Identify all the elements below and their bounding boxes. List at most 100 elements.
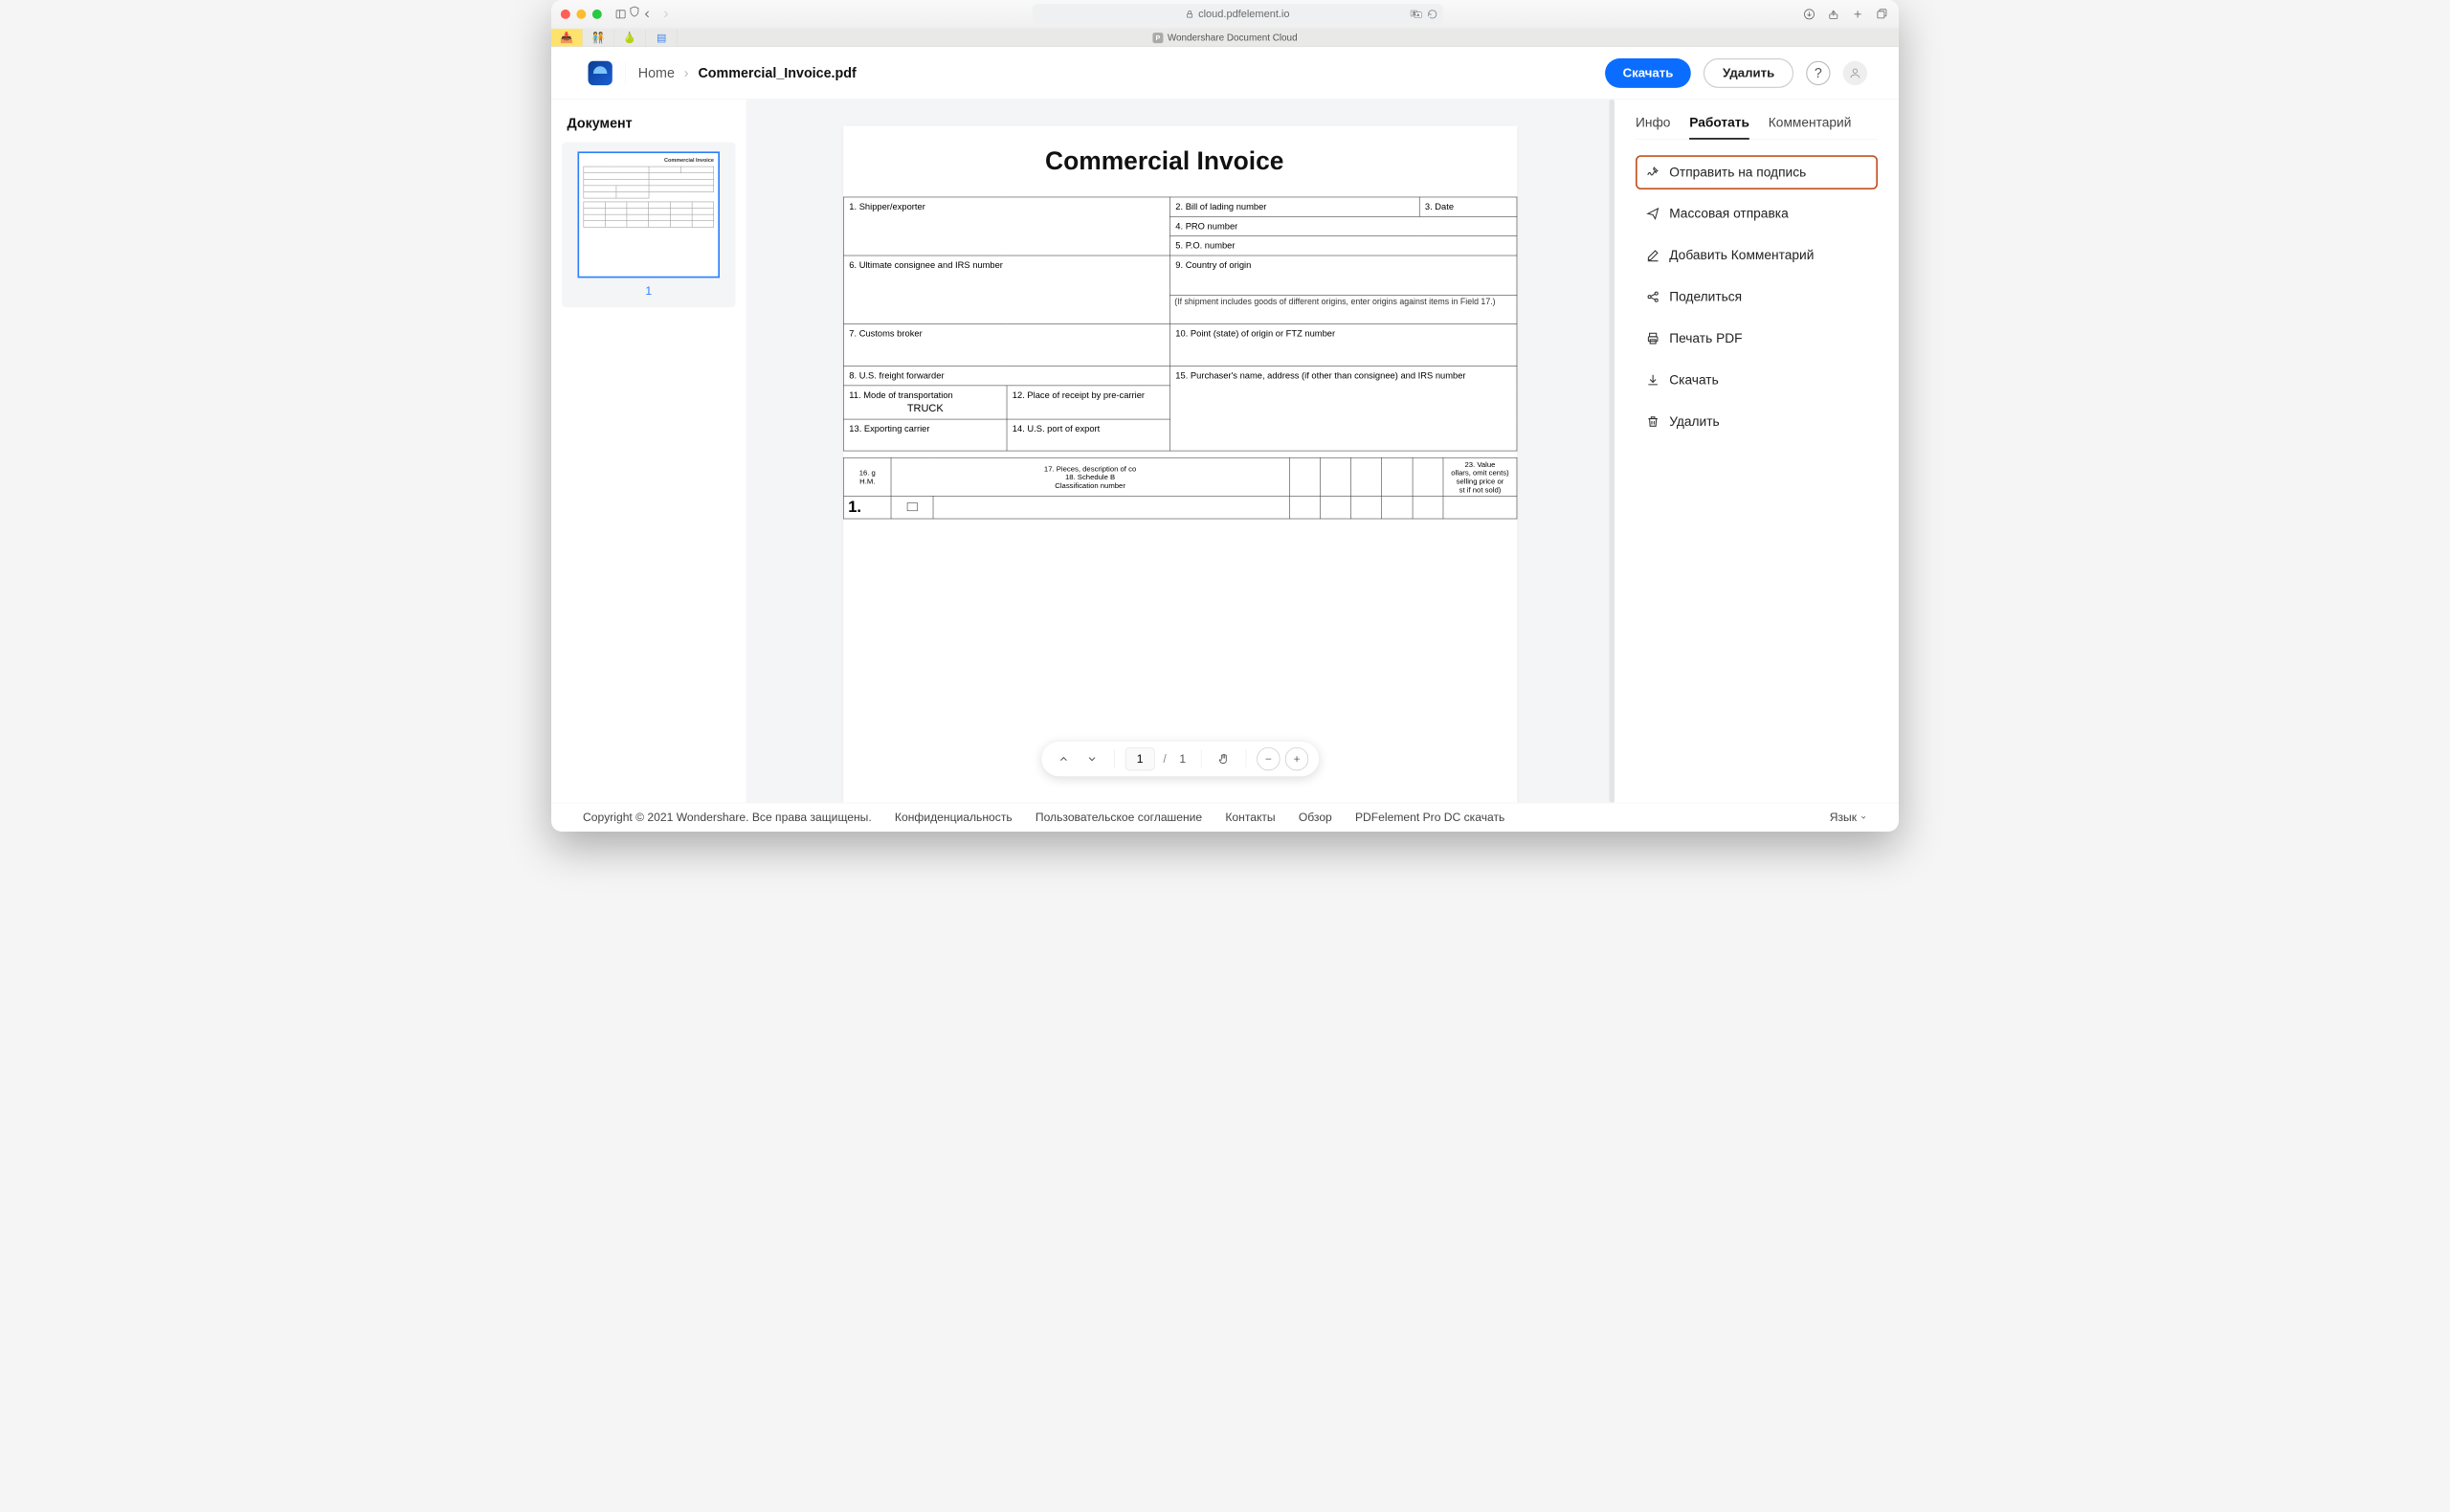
delete-button[interactable]: Удалить [1704, 58, 1793, 88]
action-print[interactable]: Печать PDF [1636, 322, 1878, 356]
pinned-tab-3[interactable]: 🍐 [614, 29, 646, 46]
document-page: Commercial Invoice 1. Shipper/exporter 2… [843, 125, 1517, 802]
translate-icon[interactable]: 文A [1411, 10, 1422, 19]
footer-contacts[interactable]: Контакты [1225, 811, 1275, 824]
field-carrier: 13. Exporting carrier [844, 419, 1008, 451]
footer-privacy[interactable]: Конфиденциальность [895, 811, 1013, 824]
field-po: 5. P.O. number [1170, 236, 1517, 256]
new-tab-icon[interactable] [1850, 7, 1864, 21]
checkbox-icon [907, 502, 918, 511]
svg-text:文: 文 [1413, 11, 1416, 15]
tab-comment[interactable]: Комментарий [1769, 115, 1852, 138]
close-window-icon[interactable] [561, 10, 570, 19]
action-bulk-send[interactable]: Массовая отправка [1636, 196, 1878, 231]
col-16: 16. g H.M. [844, 457, 892, 496]
field-pro: 4. PRO number [1170, 216, 1517, 235]
col-23: 23. Value ollars, omit cents) selling pr… [1443, 457, 1517, 496]
field-port: 14. U.S. port of export [1007, 419, 1170, 451]
action-share[interactable]: Поделиться [1636, 279, 1878, 314]
app-body: Документ Commercial Invoice 1 Commercial… [551, 100, 1899, 803]
action-label: Скачать [1669, 372, 1719, 388]
field-date: 3. Date [1419, 197, 1517, 216]
page-separator: / [1163, 752, 1166, 766]
browser-tabstrip: 📥 🧑‍🤝‍🧑 🍐 ▤ P Wondershare Document Cloud [551, 29, 1899, 47]
field-ftz: 10. Point (state) of origin or FTZ numbe… [1170, 324, 1517, 367]
trash-icon [1646, 414, 1659, 428]
panel-tabs: Инфо Работать Комментарий [1636, 115, 1878, 139]
app-logo-icon[interactable] [589, 61, 612, 85]
zoom-in-icon[interactable] [1285, 747, 1308, 770]
field-mode: 11. Mode of transportation [849, 390, 952, 400]
page-total: 1 [1175, 752, 1192, 766]
page-up-icon[interactable] [1052, 747, 1075, 770]
footer: Copyright © 2021 Wondershare. Все права … [551, 803, 1899, 832]
field-forwarder: 8. U.S. freight forwarder [844, 367, 1170, 386]
footer-download[interactable]: PDFelement Pro DC скачать [1355, 811, 1504, 824]
zoom-out-icon[interactable] [1257, 747, 1280, 770]
downloads-icon[interactable] [1802, 7, 1816, 21]
field-broker: 7. Customs broker [844, 324, 1170, 367]
reload-icon[interactable] [1427, 9, 1437, 19]
breadcrumb-home[interactable]: Home [638, 65, 675, 81]
breadcrumb: Home › Commercial_Invoice.pdf [638, 65, 857, 81]
right-panel: Инфо Работать Комментарий Отправить на п… [1615, 100, 1899, 803]
chevron-down-icon [1860, 813, 1867, 821]
footer-overview[interactable]: Обзор [1299, 811, 1332, 824]
tabs-overview-icon[interactable] [1875, 7, 1889, 21]
tab-work[interactable]: Работать [1689, 115, 1749, 139]
share-nodes-icon [1646, 290, 1659, 303]
item-row-1-num: 1. [844, 496, 892, 519]
document-viewer[interactable]: Commercial Invoice 1. Shipper/exporter 2… [746, 100, 1615, 803]
signature-icon [1646, 166, 1659, 179]
pinned-tab-1[interactable]: 📥 [551, 29, 583, 46]
edit-icon [1646, 249, 1659, 262]
action-label: Печать PDF [1669, 331, 1742, 346]
lock-icon [1186, 10, 1194, 18]
user-avatar-icon[interactable] [1843, 61, 1867, 85]
minimize-window-icon[interactable] [576, 10, 586, 19]
page-down-icon[interactable] [1080, 747, 1103, 770]
action-delete[interactable]: Удалить [1636, 405, 1878, 439]
language-selector[interactable]: Язык [1830, 811, 1867, 824]
forward-icon[interactable] [658, 7, 673, 21]
share-icon[interactable] [1826, 7, 1840, 21]
field-receipt: 12. Place of receipt by pre-carrier [1007, 386, 1170, 419]
action-label: Массовая отправка [1669, 206, 1789, 221]
field-consignee: 6. Ultimate consignee and IRS number [844, 256, 1170, 324]
app-window: cloud.pdfelement.io 文A 📥 🧑‍🤝‍🧑 🍐 ▤ P Won… [551, 0, 1899, 832]
pinned-tab-4[interactable]: ▤ [646, 29, 678, 46]
page-input[interactable] [1125, 747, 1155, 770]
hand-tool-icon[interactable] [1213, 747, 1236, 770]
tab-favicon-icon: P [1152, 33, 1163, 43]
field-purchaser: 15. Purchaser's name, address (if other … [1170, 367, 1517, 452]
browser-toolbar: cloud.pdfelement.io 文A [551, 0, 1899, 29]
action-add-comment[interactable]: Добавить Комментарий [1636, 238, 1878, 273]
sidebar-title: Документ [562, 115, 736, 131]
address-bar[interactable]: cloud.pdfelement.io 文A [1033, 4, 1443, 24]
chevron-right-icon: › [684, 65, 689, 81]
tab-info[interactable]: Инфо [1636, 115, 1670, 138]
maximize-window-icon[interactable] [592, 10, 602, 19]
action-send-for-signature[interactable]: Отправить на подпись [1636, 155, 1878, 189]
action-label: Отправить на подпись [1669, 165, 1806, 180]
col-17: 17. Pieces, description of co [1044, 464, 1136, 473]
help-button[interactable]: ? [1806, 61, 1830, 85]
field-bol: 2. Bill of lading number [1170, 197, 1420, 216]
active-tab[interactable]: P Wondershare Document Cloud [1152, 29, 1297, 46]
document-title: Commercial Invoice [843, 146, 1517, 175]
privacy-shield-icon[interactable] [627, 4, 641, 18]
col-18: 18. Schedule B Classification number [1055, 473, 1125, 490]
action-download[interactable]: Скачать [1636, 363, 1878, 397]
download-button[interactable]: Скачать [1605, 58, 1691, 88]
footer-terms[interactable]: Пользовательское соглашение [1036, 811, 1202, 824]
page-thumbnail[interactable]: Commercial Invoice [578, 151, 721, 278]
breadcrumb-filename: Commercial_Invoice.pdf [698, 65, 856, 81]
back-icon[interactable] [639, 7, 654, 21]
sidebar-toggle-icon[interactable] [613, 7, 628, 21]
action-label: Поделиться [1669, 289, 1742, 304]
field-origin: 9. Country of origin [1170, 256, 1517, 295]
download-icon [1646, 373, 1659, 387]
field-mode-value: TRUCK [849, 401, 1001, 415]
pinned-tab-2[interactable]: 🧑‍🤝‍🧑 [583, 29, 614, 46]
field-origin-note: (If shipment includes goods of different… [1170, 295, 1517, 323]
